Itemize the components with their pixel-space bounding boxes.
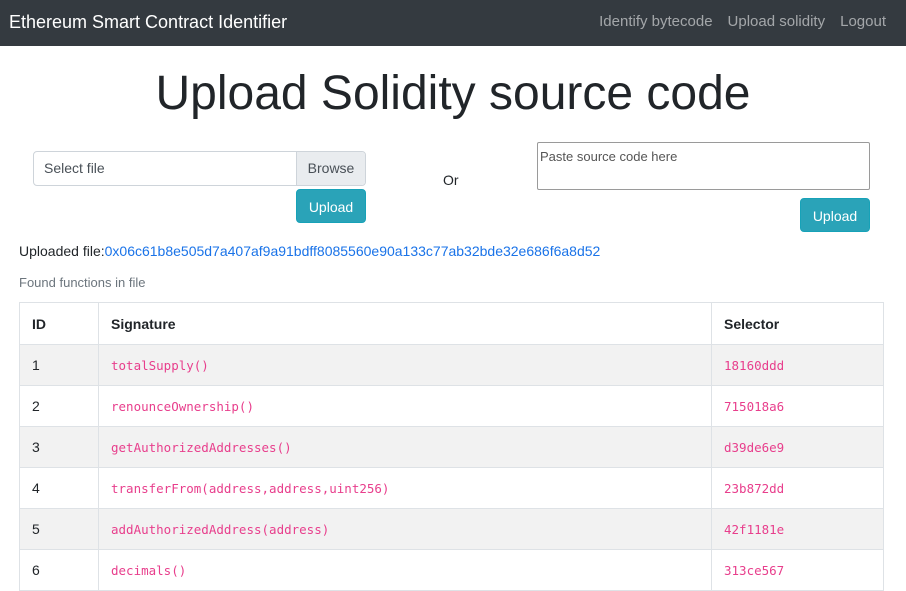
header-id: ID xyxy=(19,302,99,345)
nav-identify-bytecode[interactable]: Identify bytecode xyxy=(599,13,712,31)
cell-selector: 42f1181e xyxy=(711,508,884,550)
cell-signature: transferFrom(address,address,uint256) xyxy=(98,467,712,509)
signature-code: getAuthorizedAddresses() xyxy=(111,440,292,455)
uploaded-file: Uploaded file:0x06c61b8e505d7a407af9a91b… xyxy=(19,242,600,260)
table-row: 5 addAuthorizedAddress(address) 42f1181e xyxy=(19,508,884,550)
signature-code: renounceOwnership() xyxy=(111,399,254,414)
cell-selector: 18160ddd xyxy=(711,344,884,386)
browse-button[interactable]: Browse xyxy=(296,152,365,185)
table-header-row: ID Signature Selector xyxy=(19,302,884,345)
nav-links: Identify bytecode Upload solidity Logout xyxy=(599,13,886,31)
upload-file-button[interactable]: Upload xyxy=(296,189,366,223)
cell-selector: 23b872dd xyxy=(711,467,884,509)
found-functions-heading: Found functions in file xyxy=(19,275,146,290)
selector-code: d39de6e9 xyxy=(724,440,785,455)
source-code-textarea[interactable] xyxy=(537,142,870,190)
selector-code: 42f1181e xyxy=(724,522,785,537)
table-row: 1 totalSupply() 18160ddd xyxy=(19,344,884,386)
cell-selector: 313ce567 xyxy=(711,549,884,591)
cell-signature: totalSupply() xyxy=(98,344,712,386)
brand-link[interactable]: Ethereum Smart Contract Identifier xyxy=(9,11,287,33)
cell-id: 3 xyxy=(19,426,99,468)
signature-code: addAuthorizedAddress(address) xyxy=(111,522,330,537)
cell-selector: d39de6e9 xyxy=(711,426,884,468)
functions-table: ID Signature Selector 1 totalSupply() 18… xyxy=(19,302,884,591)
table-row: 6 decimals() 313ce567 xyxy=(19,549,884,591)
cell-id: 1 xyxy=(19,344,99,386)
cell-signature: getAuthorizedAddresses() xyxy=(98,426,712,468)
table-row: 2 renounceOwnership() 715018a6 xyxy=(19,385,884,427)
or-separator: Or xyxy=(443,172,459,188)
signature-code: transferFrom(address,address,uint256) xyxy=(111,481,390,496)
upload-source-button[interactable]: Upload xyxy=(800,198,870,232)
selector-code: 23b872dd xyxy=(724,481,785,496)
selector-code: 18160ddd xyxy=(724,358,785,373)
signature-code: decimals() xyxy=(111,563,187,578)
file-chooser[interactable]: Select file Browse xyxy=(33,151,366,186)
cell-id: 4 xyxy=(19,467,99,509)
header-signature: Signature xyxy=(98,302,712,345)
uploaded-file-label: Uploaded file: xyxy=(19,243,105,259)
table-row: 4 transferFrom(address,address,uint256) … xyxy=(19,467,884,509)
nav-logout[interactable]: Logout xyxy=(840,13,886,31)
cell-id: 2 xyxy=(19,385,99,427)
file-input-label[interactable]: Select file xyxy=(34,152,296,185)
nav-upload-solidity[interactable]: Upload solidity xyxy=(728,13,826,31)
page-title: Upload Solidity source code xyxy=(155,67,751,120)
uploaded-file-hash-link[interactable]: 0x06c61b8e505d7a407af9a91bdff8085560e90a… xyxy=(105,243,601,259)
cell-id: 5 xyxy=(19,508,99,550)
table-row: 3 getAuthorizedAddresses() d39de6e9 xyxy=(19,426,884,468)
header-selector: Selector xyxy=(711,302,884,345)
cell-signature: addAuthorizedAddress(address) xyxy=(98,508,712,550)
cell-signature: decimals() xyxy=(98,549,712,591)
cell-selector: 715018a6 xyxy=(711,385,884,427)
selector-code: 313ce567 xyxy=(724,563,785,578)
navbar: Ethereum Smart Contract Identifier Ident… xyxy=(0,0,906,46)
signature-code: totalSupply() xyxy=(111,358,209,373)
cell-id: 6 xyxy=(19,549,99,591)
cell-signature: renounceOwnership() xyxy=(98,385,712,427)
selector-code: 715018a6 xyxy=(724,399,785,414)
